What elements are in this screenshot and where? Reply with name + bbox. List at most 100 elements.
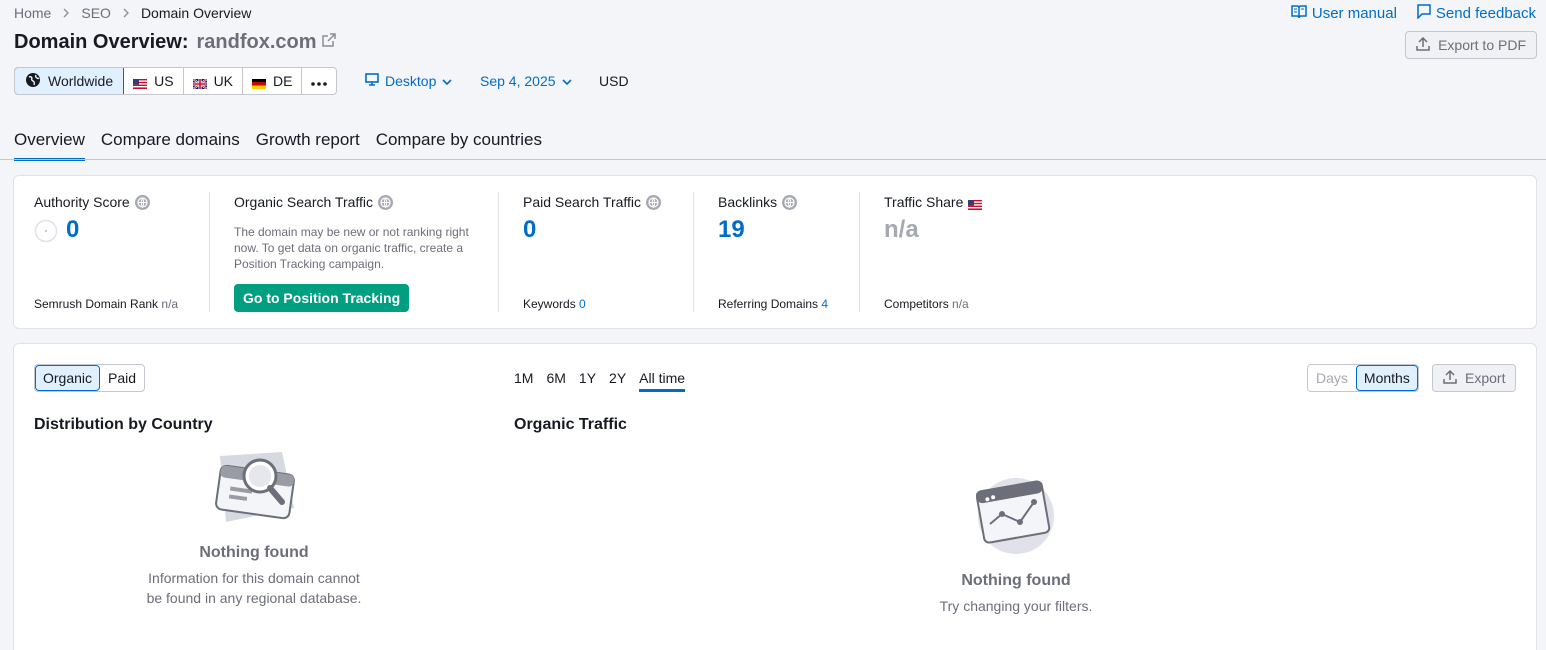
months-toggle[interactable]: Months: [1355, 365, 1418, 391]
period-selector: 1M 6M 1Y 2Y All time: [514, 370, 686, 392]
granularity-toggle: Days Months: [1307, 364, 1419, 392]
divider: [209, 192, 210, 312]
export-label: Export: [1465, 370, 1506, 386]
referring-domains-value[interactable]: 4: [821, 297, 828, 311]
user-manual-link[interactable]: User manual: [1291, 4, 1397, 23]
chart-illustration-icon: [975, 476, 1056, 561]
tab-overview[interactable]: Overview: [14, 130, 85, 161]
organic-toggle[interactable]: Organic: [35, 365, 101, 391]
traffic-card: Organic Paid 1M 6M 1Y 2Y All time Days M…: [13, 343, 1537, 650]
date-dropdown[interactable]: Sep 4, 2025: [480, 73, 572, 89]
paid-traffic-metric: Paid Search Traffic 0 Keywords 0: [523, 176, 693, 328]
header-links: User manual Send feedback: [1291, 4, 1536, 23]
breadcrumb-current: Domain Overview: [140, 5, 252, 21]
authority-score-label: Authority Score: [34, 194, 130, 210]
divider: [693, 192, 694, 312]
db-de[interactable]: DE: [243, 68, 303, 94]
organic-traffic-label: Organic Search Traffic: [234, 194, 374, 210]
paid-traffic-footer: Keywords 0: [523, 297, 586, 311]
organic-traffic-metric: Organic Search Traffic The domain may be…: [234, 176, 494, 328]
book-icon: [1291, 4, 1307, 23]
keywords-label: Keywords: [523, 297, 576, 311]
distribution-title: Distribution by Country: [34, 416, 213, 433]
db-more-button[interactable]: [302, 68, 336, 94]
database-selector: Worldwide US UK DE: [14, 67, 338, 95]
export-pdf-label: Export to PDF: [1438, 37, 1526, 53]
traffic-share-label: Traffic Share: [884, 194, 964, 210]
tab-compare-domains[interactable]: Compare domains: [101, 130, 240, 161]
device-dropdown[interactable]: Desktop: [365, 73, 452, 89]
period-1m[interactable]: 1M: [514, 370, 533, 392]
divider: [859, 192, 860, 312]
globe-info-icon[interactable]: [646, 194, 662, 210]
backlinks-metric: Backlinks 19 Referring Domains 4: [718, 176, 858, 328]
organic-traffic-title: Organic Search Traffic: [234, 194, 394, 210]
traffic-share-title: Traffic Share: [884, 194, 983, 210]
tab-compare-by-countries[interactable]: Compare by countries: [376, 130, 542, 161]
traffic-share-value: n/a: [884, 216, 919, 243]
upload-icon: [1416, 36, 1430, 54]
desktop-icon: [365, 73, 379, 89]
globe-info-icon[interactable]: [782, 194, 798, 210]
db-us-label: US: [154, 73, 174, 89]
more-dots-icon: [311, 73, 328, 89]
send-feedback-label: Send feedback: [1435, 5, 1536, 22]
date-label: Sep 4, 2025: [480, 73, 556, 89]
backlinks-value[interactable]: 19: [718, 216, 745, 244]
db-worldwide[interactable]: Worldwide: [15, 68, 125, 94]
days-toggle[interactable]: Days: [1308, 365, 1356, 391]
device-label: Desktop: [385, 73, 437, 89]
competitors-value: n/a: [952, 297, 969, 311]
paid-traffic-label: Paid Search Traffic: [523, 194, 642, 210]
chevron-right-icon: [62, 8, 70, 18]
de-flag-icon: [252, 76, 267, 89]
paid-toggle[interactable]: Paid: [100, 365, 144, 391]
domain-name[interactable]: randfox.com: [197, 31, 317, 54]
tab-growth-report[interactable]: Growth report: [256, 130, 360, 161]
export-pdf-button[interactable]: Export to PDF: [1405, 31, 1537, 59]
breadcrumb: Home SEO Domain Overview: [14, 4, 251, 22]
distribution-empty-title: Nothing found: [199, 544, 309, 561]
export-button[interactable]: Export: [1432, 364, 1517, 392]
db-worldwide-label: Worldwide: [48, 73, 114, 89]
period-all-time[interactable]: All time: [639, 370, 686, 392]
organic-traffic-description: The domain may be new or not ranking rig…: [234, 225, 469, 271]
breadcrumb-home[interactable]: Home: [14, 5, 51, 21]
traffic-share-footer: Competitors n/a: [884, 297, 969, 311]
go-to-position-tracking-button[interactable]: Go to Position Tracking: [234, 284, 410, 312]
send-feedback-link[interactable]: Send feedback: [1417, 4, 1536, 23]
keywords-value[interactable]: 0: [579, 297, 586, 311]
feedback-icon: [1417, 4, 1431, 23]
period-1y[interactable]: 1Y: [579, 370, 596, 392]
authority-score-footer: Semrush Domain Rank n/a: [34, 297, 178, 311]
traffic-empty-title: Nothing found: [961, 572, 1071, 589]
distribution-empty-text-2: be found in any regional database.: [146, 590, 362, 606]
db-uk[interactable]: UK: [184, 68, 244, 94]
authority-score-value[interactable]: 0: [66, 216, 79, 244]
organic-traffic-title: Organic Traffic: [514, 416, 627, 433]
us-flag-icon: [133, 76, 148, 89]
breadcrumb-seo[interactable]: SEO: [81, 5, 111, 21]
globe-info-icon[interactable]: [134, 194, 150, 210]
external-link-icon[interactable]: [321, 31, 336, 54]
authority-score-ring-icon: [34, 219, 58, 248]
chevron-down-icon: [442, 73, 452, 89]
tabs-divider: [0, 159, 1546, 160]
globe-info-icon[interactable]: [378, 194, 394, 210]
backlinks-title: Backlinks: [718, 194, 798, 210]
user-manual-label: User manual: [1311, 5, 1397, 22]
page-title: Domain Overview: randfox.com: [14, 31, 336, 54]
traffic-share-metric: Traffic Share n/a Competitors n/a: [884, 176, 1084, 328]
backlinks-footer: Referring Domains 4: [718, 297, 828, 311]
traffic-empty-text: Try changing your filters.: [939, 598, 1093, 614]
paid-traffic-value[interactable]: 0: [523, 216, 536, 244]
authority-score-metric: Authority Score 0 Semrush Domain Rank n/…: [34, 176, 209, 328]
source-toggle: Organic Paid: [34, 364, 146, 392]
db-us[interactable]: US: [124, 68, 184, 94]
period-2y[interactable]: 2Y: [609, 370, 626, 392]
us-flag-icon: [968, 197, 983, 210]
referring-domains-label: Referring Domains: [718, 297, 819, 311]
period-6m[interactable]: 6M: [546, 370, 565, 392]
distribution-empty-text-1: Information for this domain cannot: [148, 570, 360, 586]
backlinks-label: Backlinks: [718, 194, 778, 210]
